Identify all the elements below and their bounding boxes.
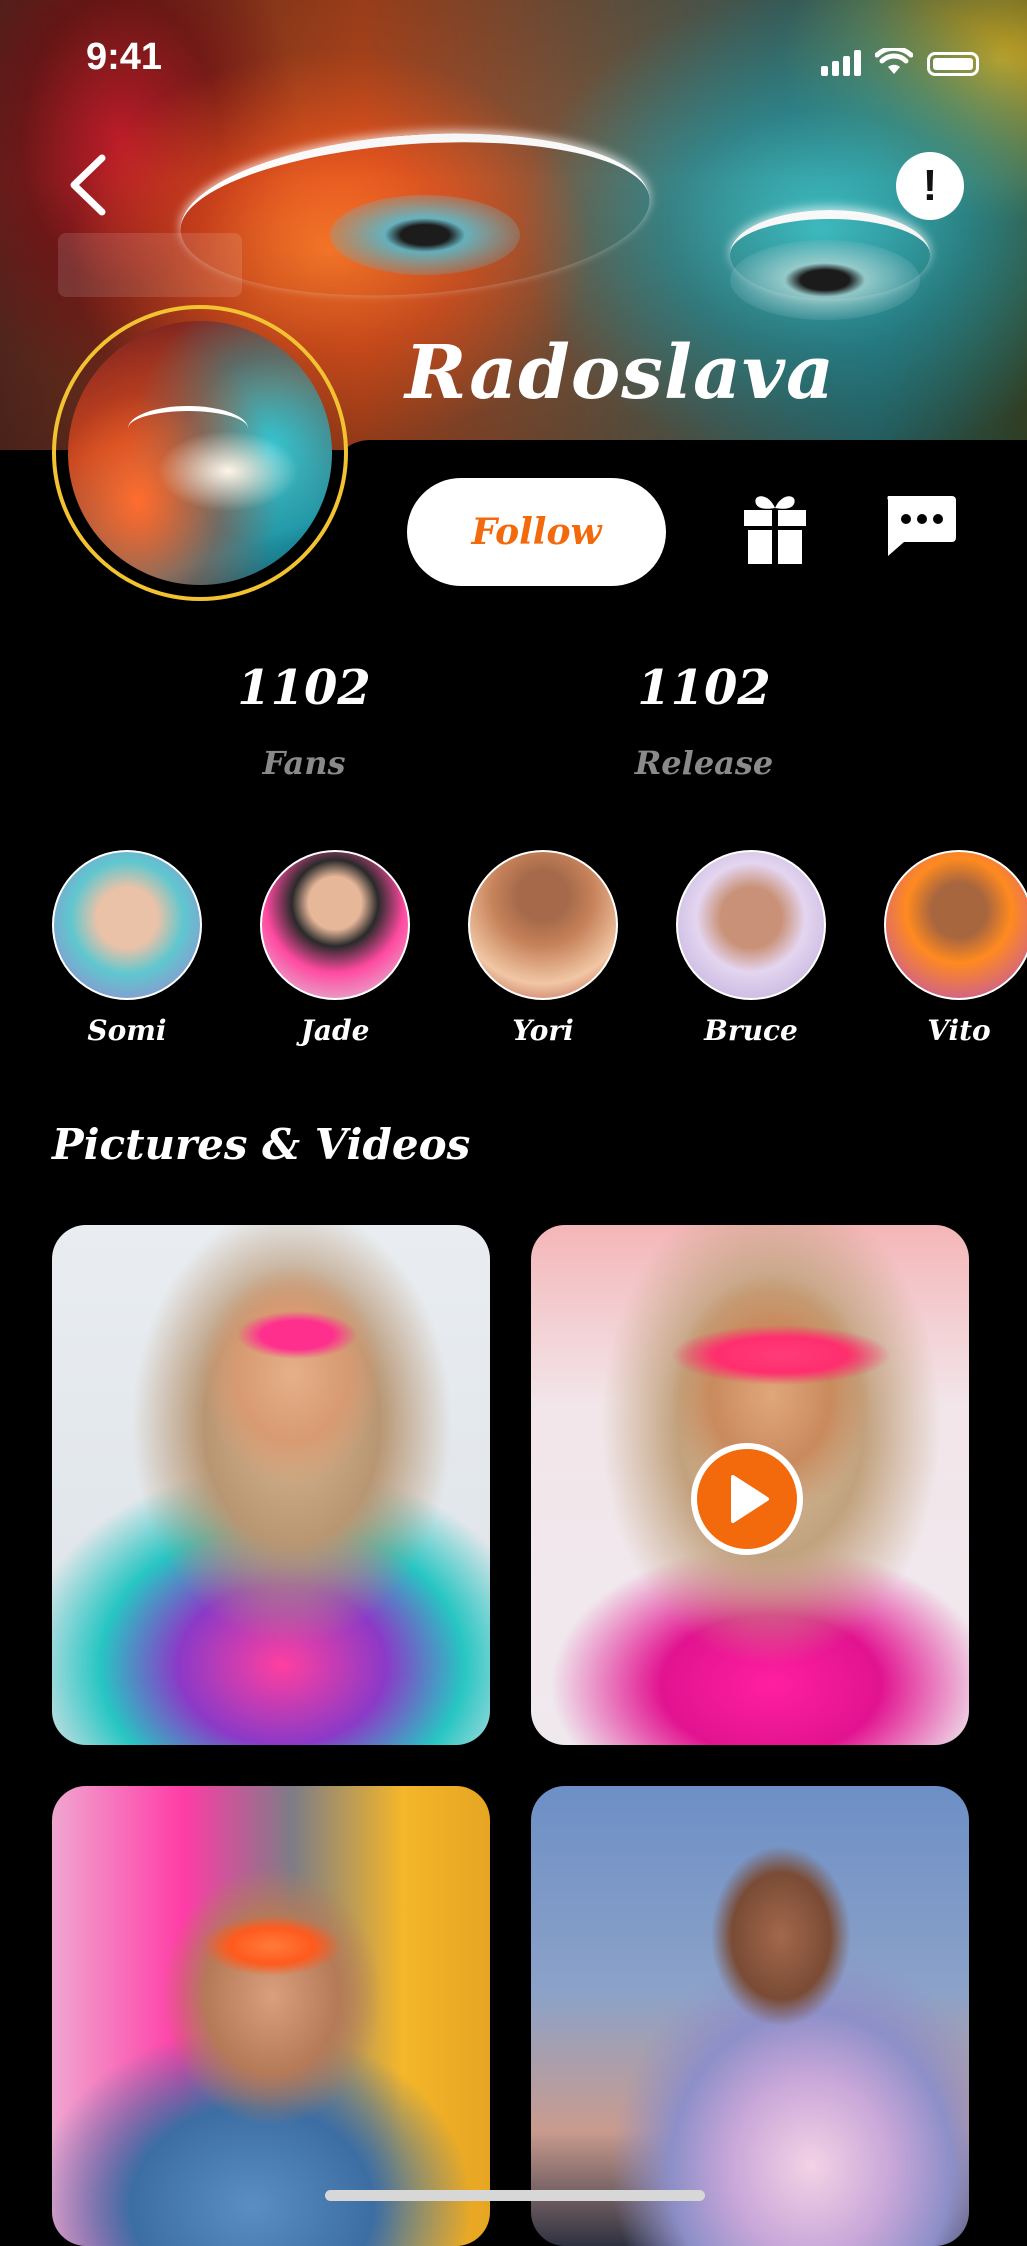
chevron-left-icon [70, 154, 106, 216]
back-button[interactable] [62, 150, 122, 220]
avatar[interactable] [68, 321, 332, 585]
friend-name: Vito [927, 1014, 991, 1047]
exclamation-icon: ! [922, 161, 938, 210]
section-title: Pictures & Videos [52, 1120, 471, 1169]
friend-avatar [468, 850, 618, 1000]
media-card-photo[interactable] [531, 1786, 969, 2246]
friend-name: Jade [300, 1014, 370, 1047]
stat-fans[interactable]: 1102 Fans [174, 660, 434, 782]
friend-item-jade[interactable]: Jade [245, 850, 425, 1047]
friend-name: Bruce [704, 1014, 798, 1047]
avatar-liner [128, 406, 248, 451]
report-button[interactable]: ! [896, 152, 964, 220]
friend-avatar [676, 850, 826, 1000]
profile-name: Radoslava [405, 330, 835, 416]
chat-bubble-icon [887, 496, 956, 556]
friend-item-vito[interactable]: Vito [869, 850, 1027, 1047]
message-button[interactable] [882, 494, 958, 560]
friend-avatar [52, 850, 202, 1000]
follow-button[interactable]: Follow [407, 478, 666, 586]
stat-release-value: 1102 [637, 660, 771, 716]
friends-row: Somi Jade Yori Bruce Vito [0, 850, 1027, 1050]
play-icon [731, 1475, 769, 1523]
friend-name: Yori [512, 1014, 574, 1047]
gift-button[interactable] [742, 490, 808, 566]
stat-fans-label: Fans [262, 744, 346, 782]
friend-avatar [884, 850, 1027, 1000]
friend-item-yori[interactable]: Yori [453, 850, 633, 1047]
stat-release[interactable]: 1102 Release [574, 660, 834, 782]
cellular-signal-icon [821, 50, 861, 76]
status-bar: 9:41 [0, 0, 1027, 120]
wifi-icon [875, 48, 913, 74]
status-time: 9:41 [86, 36, 163, 78]
friend-avatar [260, 850, 410, 1000]
gift-icon [744, 496, 806, 564]
friend-item-somi[interactable]: Somi [37, 850, 217, 1047]
media-card-video[interactable] [531, 1225, 969, 1745]
stat-release-label: Release [634, 744, 774, 782]
media-card-photo[interactable] [52, 1786, 490, 2246]
friend-name: Somi [87, 1014, 167, 1047]
friend-item-bruce[interactable]: Bruce [661, 850, 841, 1047]
status-icons [821, 48, 979, 76]
play-button[interactable] [691, 1443, 803, 1555]
media-card-photo[interactable] [52, 1225, 490, 1745]
battery-icon [927, 52, 979, 76]
home-indicator[interactable] [325, 2190, 705, 2201]
stat-fans-value: 1102 [237, 660, 371, 716]
cover-placeholder [58, 233, 242, 297]
